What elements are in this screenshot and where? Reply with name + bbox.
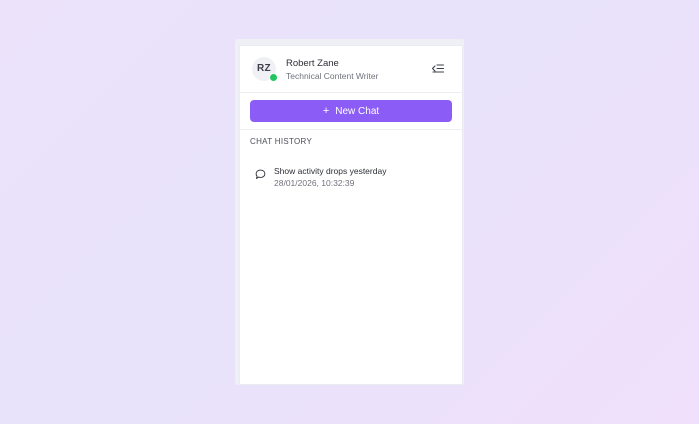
chat-bubble-icon (255, 169, 266, 179)
avatar-initials: RZ (257, 63, 271, 74)
chat-history-item[interactable]: Show activity drops yesterday 28/01/2026… (250, 160, 452, 190)
chat-history-item-timestamp: 28/01/2026, 10:32:39 (274, 178, 355, 188)
chat-history-heading: CHAT HISTORY (250, 137, 313, 146)
collapse-sidebar-button[interactable] (431, 62, 445, 76)
chat-sidebar: RZ Robert Zane Technical Content Writer … (240, 46, 462, 384)
new-chat-label: New Chat (335, 105, 380, 117)
user-role: Technical Content Writer (286, 71, 379, 81)
user-name: Robert Zane (286, 58, 339, 69)
new-chat-button[interactable]: + New Chat (250, 100, 452, 122)
plus-icon: + (322, 104, 330, 117)
online-status-dot (269, 73, 278, 82)
chat-history-item-title: Show activity drops yesterday (274, 166, 387, 176)
collapse-sidebar-icon (431, 64, 445, 73)
user-profile-header: RZ Robert Zane Technical Content Writer (240, 46, 462, 93)
divider (240, 129, 462, 130)
